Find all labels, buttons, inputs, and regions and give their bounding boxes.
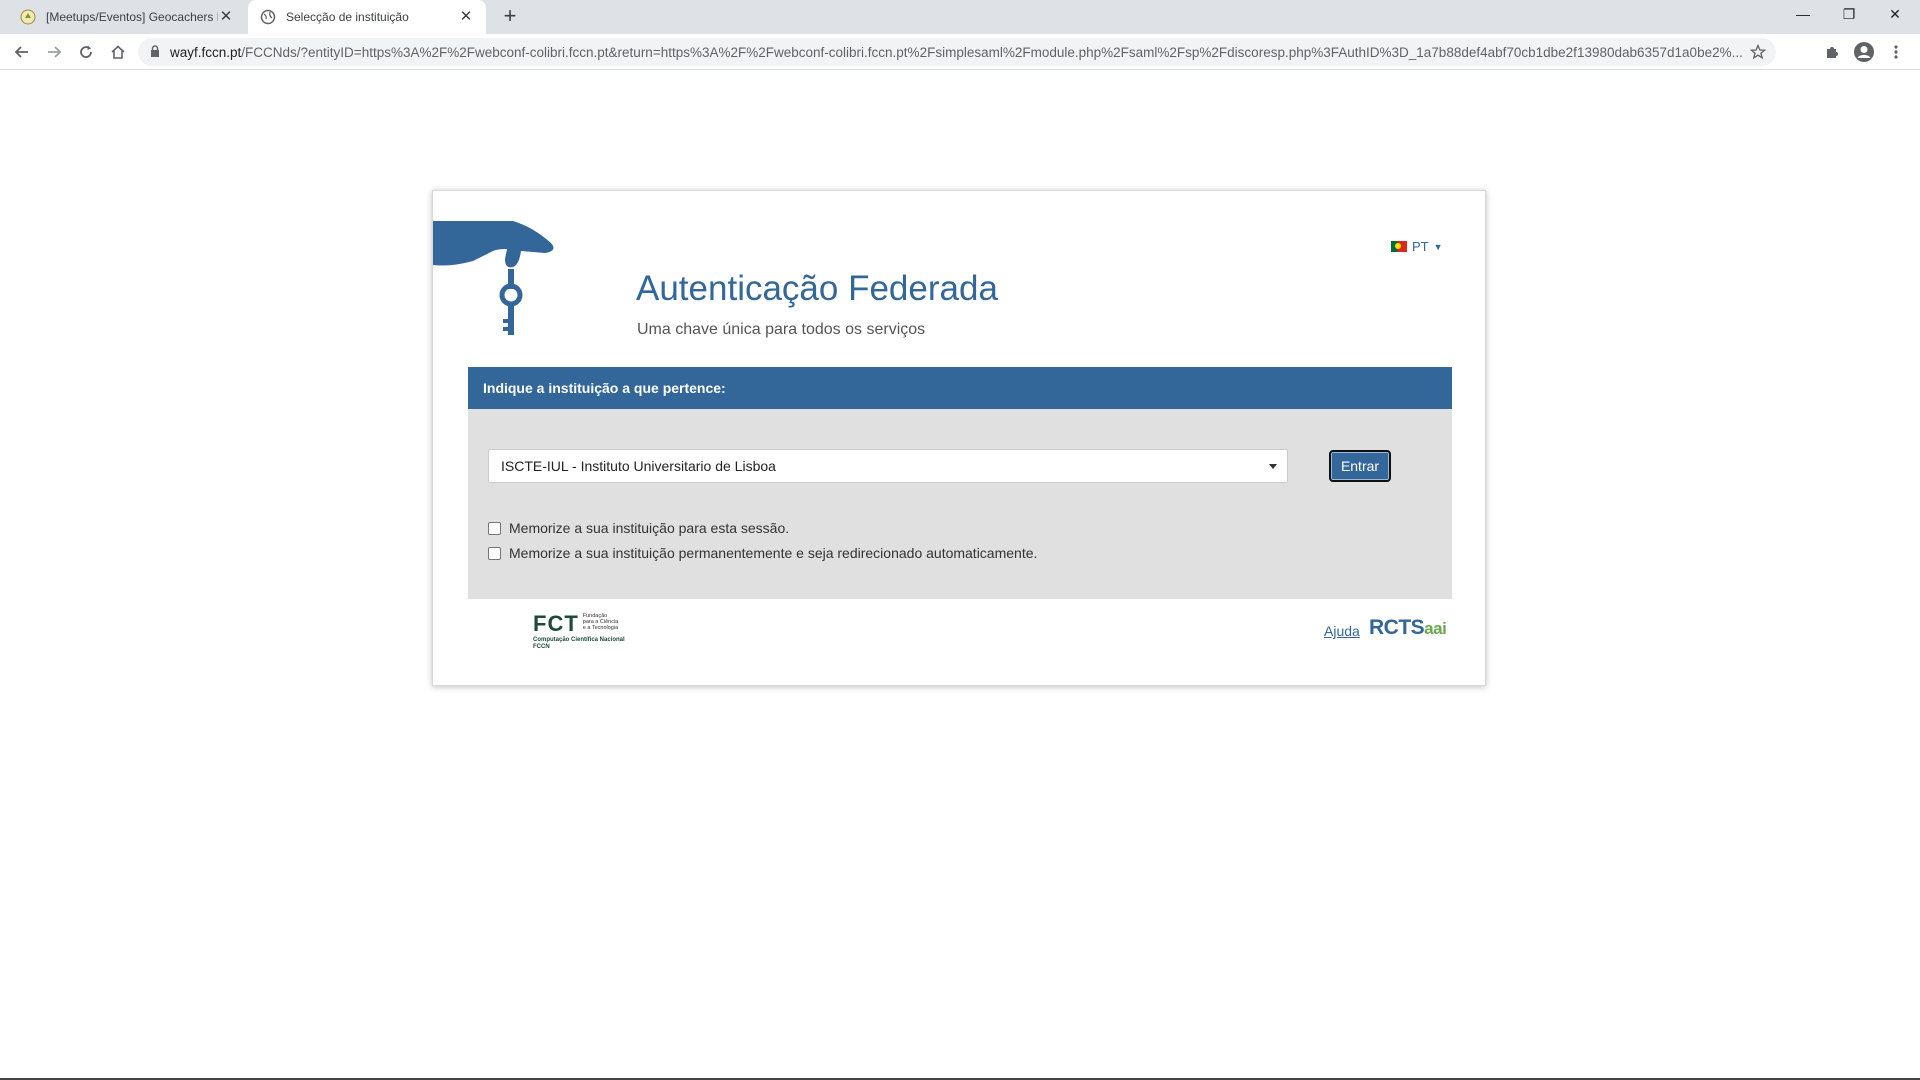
globe-icon <box>260 9 276 25</box>
fccn-line-1: Computação Científica Nacional <box>533 637 625 643</box>
menu-kebab-icon[interactable] <box>1884 40 1908 64</box>
address-bar[interactable]: wayf.fccn.pt/FCCNds/?entityID=https%3A%2… <box>138 38 1776 66</box>
home-icon[interactable] <box>106 40 130 64</box>
remember-session-row: Memorize a sua instituição para esta ses… <box>488 520 789 536</box>
caret-down-icon: ▼ <box>1433 241 1443 252</box>
new-tab-plus-icon[interactable]: + <box>498 5 522 29</box>
language-label: PT <box>1412 239 1429 254</box>
rcts-logo-suffix: aai <box>1424 619 1447 638</box>
reload-icon[interactable] <box>74 40 98 64</box>
extensions-puzzle-icon[interactable] <box>1820 40 1844 64</box>
back-arrow-icon[interactable] <box>10 40 34 64</box>
browser-toolbar: wayf.fccn.pt/FCCNds/?entityID=https%3A%2… <box>0 34 1920 70</box>
tab-institution-selection[interactable]: Selecção de instituição ✕ <box>248 0 486 34</box>
fct-acronym: FCT <box>533 611 579 636</box>
tab-title: Selecção de instituição <box>286 10 409 24</box>
profile-avatar-icon[interactable] <box>1852 40 1876 64</box>
fct-line-3: e a Tecnologia <box>582 625 619 631</box>
page-title: Autenticação Federada <box>636 269 998 308</box>
fccn-line-2: FCCN <box>533 644 550 650</box>
page-subtitle: Uma chave única para todos os serviços <box>637 321 926 338</box>
url-host: wayf.fccn.pt <box>170 44 242 60</box>
rcts-aai-logo: RCTSaai <box>1369 616 1447 640</box>
remember-permanent-checkbox[interactable] <box>488 546 501 560</box>
minimize-icon[interactable]: — <box>1780 0 1826 30</box>
portugal-flag-icon <box>1391 241 1407 252</box>
url-path: /FCCNds/?entityID=https%3A%2F%2Fwebconf-… <box>241 44 1743 60</box>
entrar-button[interactable]: Entrar <box>1329 450 1391 482</box>
remember-permanent-row: Memorize a sua instituição permanentemen… <box>488 545 1037 561</box>
login-card: PT ▼ Autenticação Federada Uma chave úni… <box>432 190 1486 686</box>
language-selector[interactable]: PT ▼ <box>1391 239 1443 254</box>
tab-strip: [Meetups/Eventos] Geocachers N ✕ Selecçã… <box>0 0 1920 34</box>
tab-title: [Meetups/Eventos] Geocachers N <box>46 10 218 24</box>
remember-session-checkbox[interactable] <box>488 521 501 535</box>
restore-icon[interactable]: ❐ <box>1826 0 1872 30</box>
fct-fccn-logo: FCT Fundação para a Ciência e a Tecnolog… <box>533 611 625 651</box>
remember-permanent-label[interactable]: Memorize a sua instituição permanentemen… <box>509 545 1037 561</box>
bookmark-star-icon[interactable] <box>1749 43 1767 63</box>
institution-panel: ISCTE-IUL - Instituto Universitario de L… <box>468 409 1452 599</box>
help-link[interactable]: Ajuda <box>1324 623 1360 639</box>
rcts-logo-main: RCTS <box>1369 616 1425 639</box>
close-window-icon[interactable]: ✕ <box>1872 0 1918 30</box>
forward-arrow-icon[interactable] <box>42 40 66 64</box>
close-tab-icon[interactable]: ✕ <box>218 9 234 25</box>
geocaching-favicon-icon <box>20 9 36 25</box>
tab-geocachers[interactable]: [Meetups/Eventos] Geocachers N ✕ <box>8 0 246 34</box>
close-tab-icon[interactable]: ✕ <box>458 9 474 25</box>
panel-heading: Indique a instituição a que pertence: <box>468 367 1452 409</box>
institution-select-value: ISCTE-IUL - Instituto Universitario de L… <box>501 458 776 474</box>
hand-with-key-logo <box>433 221 573 346</box>
institution-select[interactable]: ISCTE-IUL - Instituto Universitario de L… <box>488 449 1288 483</box>
lock-icon[interactable] <box>150 44 160 60</box>
remember-session-label[interactable]: Memorize a sua instituição para esta ses… <box>509 520 789 536</box>
dropdown-arrow-icon <box>1269 464 1277 469</box>
